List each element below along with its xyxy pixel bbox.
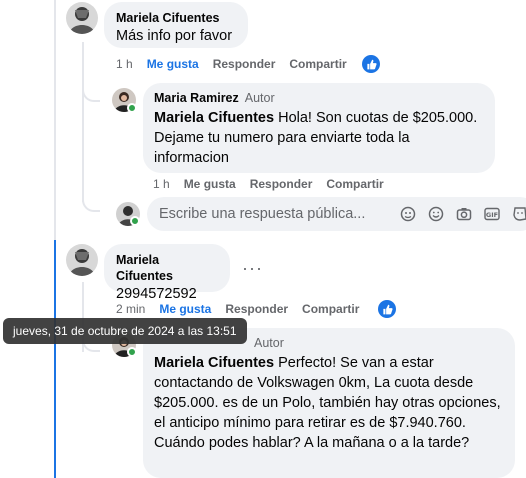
emoji-icon[interactable] xyxy=(427,205,445,223)
share-button[interactable]: Compartir xyxy=(302,302,359,316)
like-button[interactable]: Me gusta xyxy=(147,57,199,71)
comment-time[interactable]: 2 min xyxy=(116,302,145,316)
avatar[interactable] xyxy=(66,2,98,34)
comment-actions: 1 h Me gusta Responder Compartir xyxy=(153,177,398,191)
thread-line xyxy=(54,0,56,240)
comment-time[interactable]: 1 h xyxy=(153,177,170,191)
like-reaction-icon[interactable] xyxy=(378,300,396,318)
mention-link[interactable]: Mariela Cifuentes xyxy=(154,355,274,371)
like-button[interactable]: Me gusta xyxy=(184,177,236,191)
online-status-icon xyxy=(127,103,137,113)
comment-bubble: Mariela Cifuentes 2994572592 xyxy=(104,244,230,302)
reply-button[interactable]: Responder xyxy=(250,177,313,191)
like-reaction-icon[interactable] xyxy=(362,55,380,73)
comment-author[interactable]: Mariela Cifuentes xyxy=(116,252,218,284)
thread-connector xyxy=(82,80,100,102)
comment-actions: 1 h Me gusta Responder Compartir xyxy=(116,57,361,71)
reply-button[interactable]: Responder xyxy=(213,57,276,71)
comment-author[interactable]: Maria Ramirez xyxy=(154,91,239,105)
sticker-icon[interactable] xyxy=(511,205,526,223)
author-badge: Autor xyxy=(254,336,284,350)
comment-text: Más info por favor xyxy=(116,28,233,44)
more-options-icon[interactable]: ··· xyxy=(242,258,263,279)
author-badge: Autor xyxy=(244,91,275,105)
mention-link[interactable]: Mariela Cifuentes xyxy=(154,110,274,126)
share-button[interactable]: Compartir xyxy=(326,177,383,191)
avatar[interactable] xyxy=(66,244,98,276)
online-status-icon xyxy=(130,216,140,226)
comment-text: Mariela Cifuentes Perfecto! Se van a est… xyxy=(154,355,501,451)
timestamp-tooltip: jueves, 31 de octubre de 2024 a las 13:5… xyxy=(3,318,247,344)
thread-connector xyxy=(82,190,100,212)
thread-highlight xyxy=(54,240,56,478)
svg-text:GIF: GIF xyxy=(486,211,498,219)
comment-text: 2994572592 xyxy=(116,286,197,302)
like-button[interactable]: Me gusta xyxy=(159,302,211,316)
comment-bubble: Mariela Cifuentes Más info por favor xyxy=(104,2,248,48)
thread-line xyxy=(82,42,84,202)
comment-text: Mariela Cifuentes Hola! Son cuotas de $2… xyxy=(154,110,478,166)
comment-time[interactable]: 1 h xyxy=(116,57,133,71)
reply-toolbar: GIF xyxy=(399,205,526,223)
online-status-icon xyxy=(127,347,137,357)
avatar-sticker-icon[interactable] xyxy=(399,205,417,223)
comment-bubble: Autor Mariela Cifuentes Perfecto! Se van… xyxy=(143,328,515,478)
reply-button[interactable]: Responder xyxy=(225,302,288,316)
reply-placeholder: Escribe una respuesta pública... xyxy=(159,206,366,222)
share-button[interactable]: Compartir xyxy=(289,57,346,71)
comment-author[interactable]: Mariela Cifuentes xyxy=(116,10,236,26)
gif-icon[interactable]: GIF xyxy=(483,205,501,223)
camera-icon[interactable] xyxy=(455,205,473,223)
comment-actions: 2 min Me gusta Responder Compartir xyxy=(116,302,373,316)
comment-bubble: Maria Ramirez Autor Mariela Cifuentes Hol… xyxy=(143,83,495,173)
